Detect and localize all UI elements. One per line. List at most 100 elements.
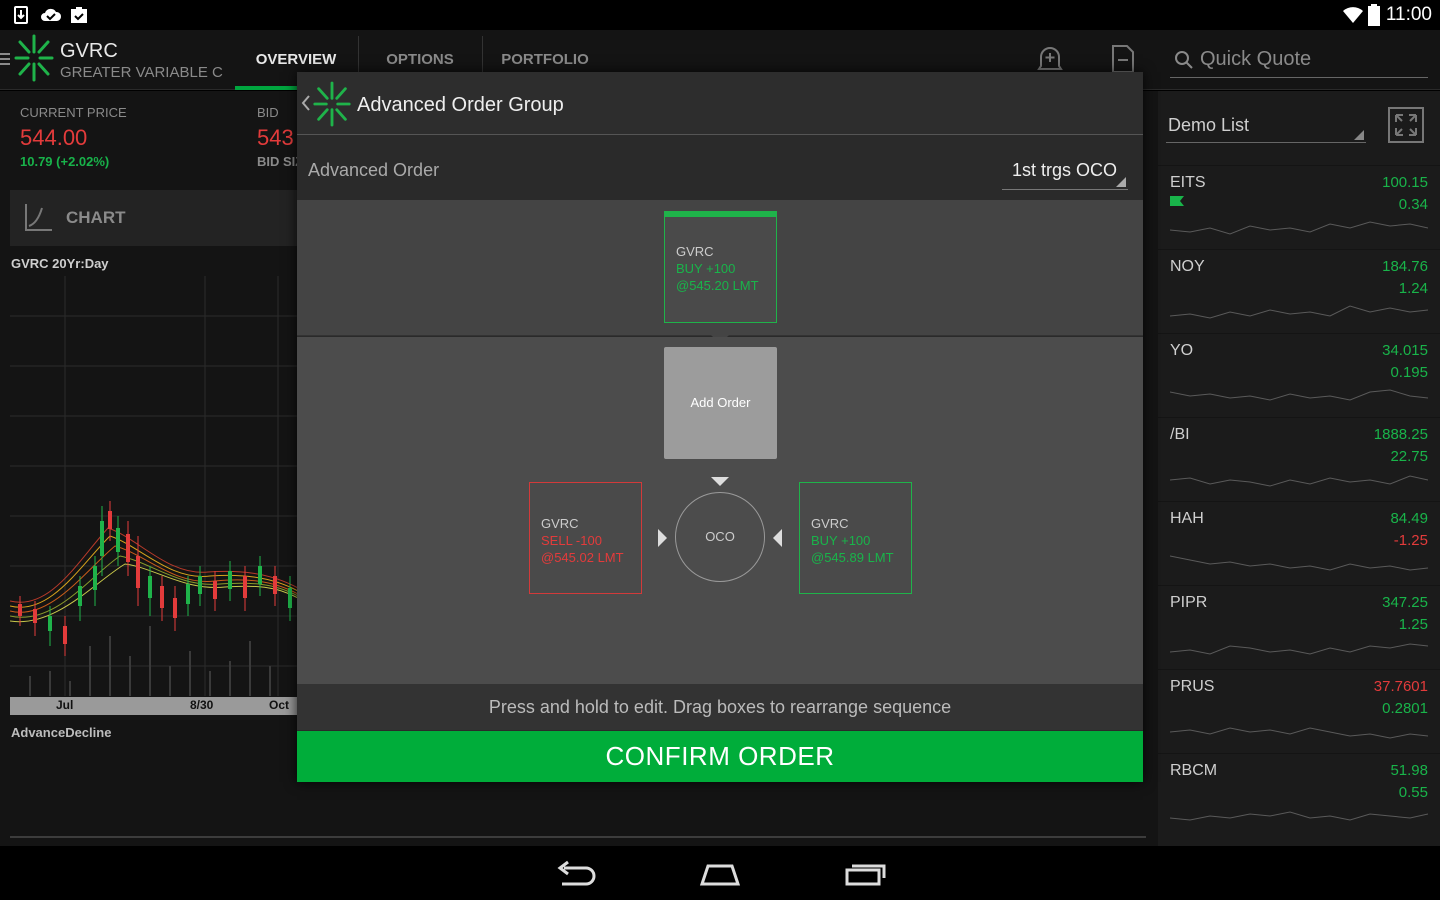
hint-text: Press and hold to edit. Drag boxes to re…: [297, 684, 1143, 730]
bid-value: 543: [257, 125, 294, 150]
confirm-order-button[interactable]: CONFIRM ORDER: [297, 731, 1143, 782]
add-alert-icon[interactable]: [1037, 44, 1063, 74]
advanced-order-value: 1st trgs OCO: [1012, 160, 1118, 180]
watchlist-symbol: PIPR: [1170, 594, 1208, 611]
x-tick: 8/30: [190, 698, 214, 712]
flag-icon: [1170, 196, 1184, 206]
cloud-check-icon: [41, 8, 62, 21]
chart-x-axis: Jul 8/30 Oct: [10, 697, 298, 715]
watchlist-last-price: 347.25: [1382, 594, 1428, 611]
oco-sell-order-box[interactable]: GVRC SELL -100 @545.02 LMT: [529, 482, 642, 594]
trigger-order-box[interactable]: GVRC BUY +100 @545.20 LMT: [664, 211, 777, 323]
dialog-title: Advanced Order Group: [357, 94, 564, 116]
watchlist-last-price: 1888.25: [1373, 426, 1428, 443]
dropdown-corner-icon: [1354, 130, 1364, 140]
watchlist-name: Demo List: [1168, 115, 1250, 135]
dropdown-corner-icon: [1116, 177, 1126, 187]
watchlist-last-price: 51.98: [1390, 762, 1428, 779]
current-price-label: CURRENT PRICE: [20, 105, 127, 120]
watchlist-selector[interactable]: Demo List: [1166, 113, 1366, 143]
price-chart[interactable]: [10, 276, 298, 716]
app-logo-icon: [313, 81, 351, 127]
chart-button-label: CHART: [66, 208, 126, 227]
watchlist-last-price: 34.015: [1382, 342, 1428, 359]
bid-label: BID: [257, 105, 279, 120]
watchlist-last-price: 37.7601: [1373, 678, 1428, 695]
sparkline: [1170, 475, 1428, 487]
watchlist-symbol: /BI: [1170, 426, 1190, 443]
add-order-button[interactable]: Add Order: [664, 347, 777, 459]
watchlist-last-price: 100.15: [1382, 174, 1428, 191]
clipboard-check-icon: [71, 7, 87, 23]
indicator-label: AdvanceDecline: [11, 725, 112, 740]
watchlist-row[interactable]: /BI 1888.25 22.75: [1158, 417, 1440, 501]
oco-buy-order-box[interactable]: GVRC BUY +100 @545.89 LMT: [799, 482, 912, 594]
watchlist-row[interactable]: RBCM 51.98 0.55: [1158, 753, 1440, 837]
search-icon: [1175, 51, 1193, 69]
sparkline: [1170, 221, 1428, 235]
order-action: SELL -100: [541, 533, 602, 548]
order-action: BUY +100: [811, 533, 871, 548]
watchlist-row[interactable]: YO 34.015 0.195: [1158, 333, 1440, 417]
add-note-icon[interactable]: [1110, 44, 1136, 74]
watchlist-panel: Demo List EITS 100.15 0.34 NOY 184.76 1.24 YO 3…: [1158, 91, 1440, 846]
watchlist-symbol: PRUS: [1170, 678, 1215, 695]
recent-apps-icon[interactable]: [843, 860, 887, 888]
back-icon[interactable]: [554, 860, 598, 888]
dialog-header: Advanced Order Group: [297, 72, 1143, 135]
download-notification-icon: [14, 6, 28, 24]
watchlist-symbol: RBCM: [1170, 762, 1218, 779]
chart-icon: [25, 204, 52, 231]
order-symbol: GVRC: [541, 516, 579, 531]
sparkline: [1170, 389, 1428, 401]
status-bar: 11:00: [0, 0, 1440, 30]
watchlist-symbol: HAH: [1170, 510, 1204, 527]
chart-button[interactable]: CHART: [10, 190, 300, 246]
sparkline: [1170, 305, 1428, 319]
sparkline: [1170, 643, 1428, 655]
advanced-order-select[interactable]: 1st trgs OCO: [1002, 152, 1128, 190]
chart-title: GVRC 20Yr:Day: [11, 256, 109, 271]
connector-right-icon: [658, 529, 667, 547]
watchlist-last-price: 84.49: [1390, 510, 1428, 527]
order-price: @545.02 LMT: [541, 550, 624, 565]
watchlist-symbol: EITS: [1170, 174, 1206, 191]
order-price: @545.20 LMT: [676, 278, 759, 293]
oco-node: OCO: [675, 492, 765, 582]
quick-quote-placeholder: Quick Quote: [1200, 48, 1312, 70]
battery-icon: [1368, 4, 1380, 26]
app-logo-icon: [14, 34, 54, 82]
back-chevron-icon[interactable]: [301, 94, 311, 112]
watchlist-symbol: YO: [1170, 342, 1194, 359]
advanced-order-dialog: Advanced Order Group Advanced Order 1st …: [297, 72, 1143, 782]
header-company-name: GREATER VARIABLE C: [60, 64, 223, 81]
watchlist-row[interactable]: EITS 100.15 0.34: [1158, 165, 1440, 249]
menu-icon[interactable]: [0, 52, 10, 66]
current-price-value: 544.00: [20, 125, 88, 150]
navigation-bar: [0, 846, 1440, 900]
watchlist-row[interactable]: NOY 184.76 1.24: [1158, 249, 1440, 333]
quick-quote-search[interactable]: Quick Quote: [1170, 46, 1428, 78]
wifi-icon: [1343, 7, 1363, 23]
price-change: 10.79 (+2.02%): [20, 154, 110, 169]
trigger-area: GVRC BUY +100 @545.20 LMT: [297, 200, 1143, 336]
connector-down-icon: [711, 477, 729, 486]
watchlist-row[interactable]: PIPR 347.25 1.25: [1158, 585, 1440, 669]
x-tick: Jul: [56, 698, 74, 712]
home-icon[interactable]: [698, 860, 742, 888]
watchlist-row[interactable]: PRUS 37.7601 0.2801: [1158, 669, 1440, 753]
order-symbol: GVRC: [676, 244, 714, 259]
sparkline: [1170, 555, 1428, 571]
header-symbol: GVRC: [60, 40, 118, 62]
sparkline: [1170, 811, 1428, 821]
watchlist-row[interactable]: HAH 84.49 -1.25: [1158, 501, 1440, 585]
order-price: @545.89 LMT: [811, 550, 894, 565]
divider: [10, 836, 1146, 838]
advanced-order-label: Advanced Order: [308, 160, 440, 180]
order-symbol: GVRC: [811, 516, 849, 531]
advanced-order-row: Advanced Order 1st trgs OCO: [297, 136, 1143, 200]
x-tick: Oct: [269, 698, 290, 712]
expand-icon[interactable]: [1388, 107, 1424, 143]
order-action: BUY +100: [676, 261, 736, 276]
clock: 11:00: [1385, 4, 1432, 25]
